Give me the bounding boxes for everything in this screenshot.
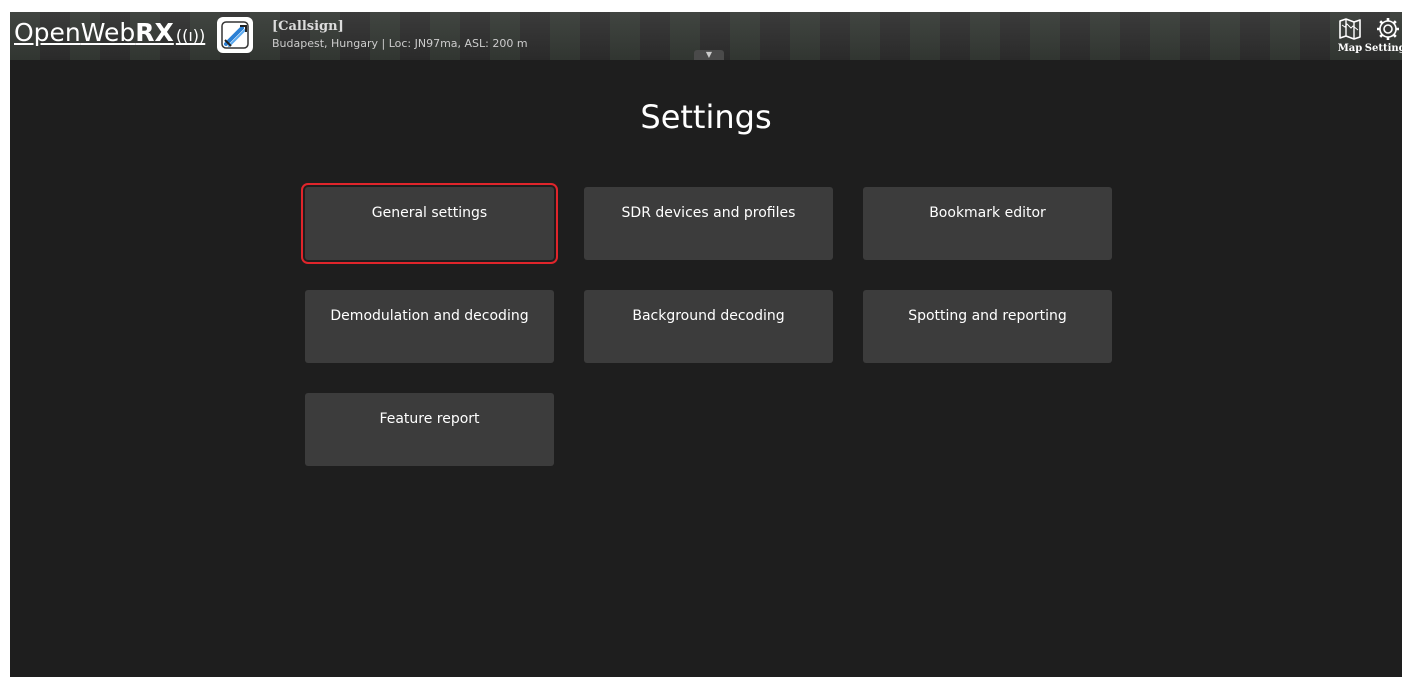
sdr-devices-button[interactable]: SDR devices and profiles	[584, 187, 833, 260]
receiver-name: [Callsign]	[272, 19, 344, 34]
bookmark-editor-label: Bookmark editor	[929, 205, 1046, 221]
demodulation-decoding-label: Demodulation and decoding	[330, 308, 529, 324]
gear-icon	[1377, 18, 1399, 40]
logo-text-web: Web	[80, 18, 136, 47]
page-title: Settings	[640, 98, 772, 136]
logo-text-open: Open	[14, 18, 81, 47]
general-settings-label: General settings	[371, 205, 488, 221]
settings-label: Settings	[1364, 43, 1402, 54]
top-bar: OpenWebRX ((ı)) [Callsign] Budapest, Hung…	[10, 12, 1402, 60]
openwebrx-logo[interactable]: OpenWebRX ((ı))	[14, 18, 205, 47]
spotting-reporting-label: Spotting and reporting	[908, 308, 1067, 324]
background-decoding-button[interactable]: Background decoding	[584, 290, 833, 363]
spotting-reporting-button[interactable]: Spotting and reporting	[863, 290, 1112, 363]
general-settings-button[interactable]: General settings	[301, 183, 558, 264]
background-decoding-label: Background decoding	[632, 308, 785, 324]
openwebrx-app: OpenWebRX ((ı)) [Callsign] Budapest, Hung…	[10, 12, 1402, 677]
map-label: Map	[1337, 43, 1363, 54]
feature-report-label: Feature report	[379, 411, 480, 427]
bookmark-editor-button[interactable]: Bookmark editor	[863, 187, 1112, 260]
receiver-location: Budapest, Hungary | Loc: JN97ma, ASL: 20…	[272, 37, 528, 50]
demodulation-decoding-button[interactable]: Demodulation and decoding	[305, 290, 554, 363]
sdr-devices-label: SDR devices and profiles	[621, 205, 796, 221]
feature-report-button[interactable]: Feature report	[305, 393, 554, 466]
settings-button[interactable]: Settings	[1364, 14, 1402, 58]
map-icon	[1339, 18, 1361, 40]
header-collapse-toggle[interactable]: ▼	[694, 50, 724, 60]
logo-text-rx: RX	[135, 18, 174, 47]
receiver-avatar-icon[interactable]	[217, 17, 253, 53]
antenna-icon: ((ı))	[175, 26, 206, 45]
